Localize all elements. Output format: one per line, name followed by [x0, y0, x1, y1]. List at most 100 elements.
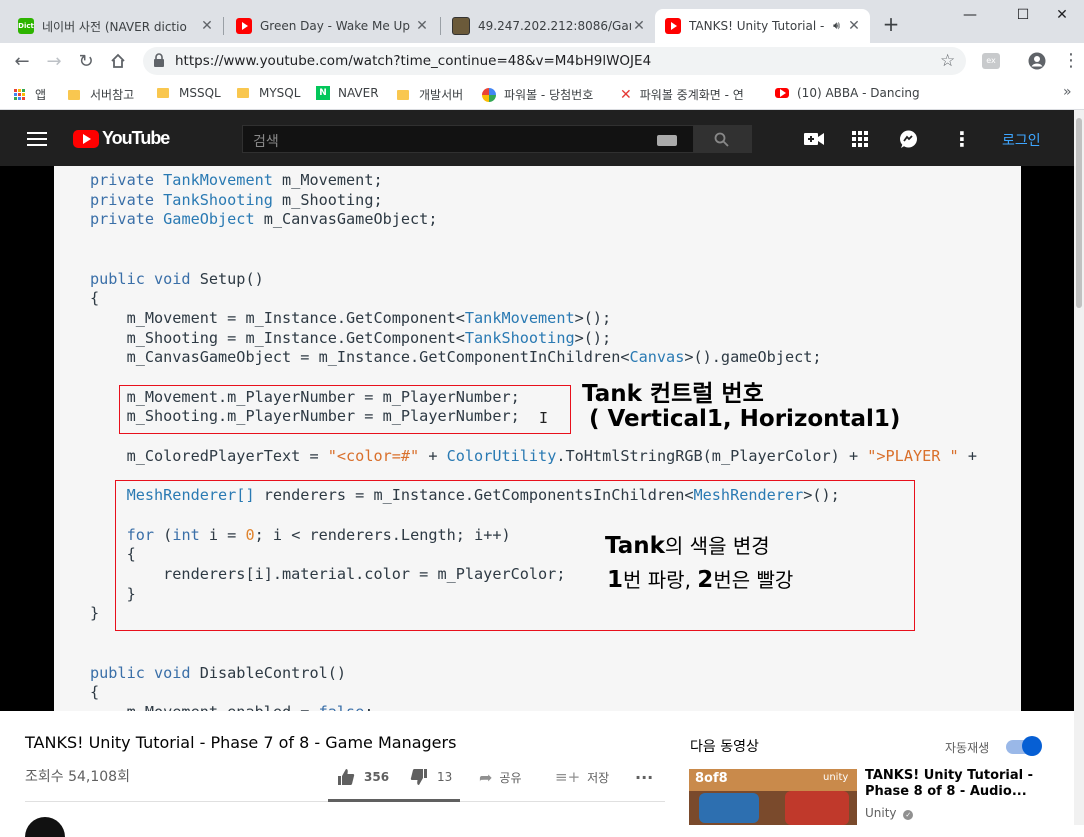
- search-button[interactable]: [694, 125, 752, 153]
- tab-game-page[interactable]: 49.247.202.212:8086/GameP ✕: [442, 9, 655, 43]
- bookmark-powerball-numbers[interactable]: 파워볼 - 당첨번호: [482, 86, 593, 103]
- create-video-icon[interactable]: [804, 131, 824, 150]
- bookmark-label: 파워볼 중계화면 - 연: [639, 88, 744, 102]
- next-video-title[interactable]: TANKS! Unity Tutorial - Phase 8 of 8 - A…: [865, 768, 1040, 800]
- code-token: "<color=#": [327, 446, 420, 465]
- new-tab-button[interactable]: +: [880, 12, 902, 38]
- bookmarks-overflow-button[interactable]: »: [1063, 84, 1072, 100]
- tab-naver-dictionary[interactable]: Dict 네이버 사전 (NAVER dictio ✕: [8, 9, 223, 43]
- like-count: 356: [364, 770, 390, 784]
- window-close-button[interactable]: ✕: [1040, 0, 1084, 30]
- bookmark-label: MYSQL: [259, 86, 301, 100]
- code-token: m_Movement = m_Instance.GetComponent<: [90, 308, 465, 327]
- bookmark-folder-mssql[interactable]: MSSQL: [157, 86, 221, 100]
- code-line: private TankShooting m_Shooting;: [90, 191, 383, 209]
- home-button[interactable]: [106, 49, 130, 73]
- autoplay-toggle[interactable]: [1006, 736, 1042, 756]
- code-token: private: [90, 210, 164, 229]
- next-video-channel[interactable]: Unity ✓: [865, 806, 914, 820]
- annotation-word: 번은 빨강: [713, 568, 794, 592]
- forward-button[interactable]: →: [42, 49, 66, 73]
- code-line: public void Setup(): [90, 270, 264, 288]
- close-icon[interactable]: ✕: [199, 18, 215, 34]
- annotation-box-renderer-color: [115, 480, 915, 631]
- code-token: public void: [90, 663, 200, 682]
- like-button[interactable]: 356: [337, 768, 389, 786]
- code-token: DisableControl(): [199, 663, 347, 682]
- verified-icon: ✓: [903, 810, 914, 820]
- code-token: {: [90, 683, 100, 702]
- code-token: >().gameObject;: [684, 348, 822, 367]
- code-token: m_CanvasGameObject = m_Instance.GetCompo…: [90, 348, 630, 367]
- code-token: >();: [574, 328, 612, 347]
- tab-title: Green Day - Wake Me Up W: [260, 19, 414, 33]
- tab-title: 49.247.202.212:8086/GameP: [478, 19, 631, 33]
- sign-in-button[interactable]: 로그인: [1002, 130, 1041, 150]
- bookmark-label: 개발서버: [419, 88, 464, 102]
- tab-green-day[interactable]: Green Day - Wake Me Up W ✕: [226, 9, 438, 43]
- hamburger-menu-icon[interactable]: [27, 131, 47, 150]
- bookmark-label: MSSQL: [179, 86, 221, 100]
- bookmark-star-icon[interactable]: ☆: [940, 51, 955, 71]
- reload-button[interactable]: ↻: [74, 49, 98, 73]
- page-scrollbar-thumb[interactable]: [1076, 118, 1082, 308]
- close-icon[interactable]: ✕: [631, 18, 647, 34]
- annotation-color-assignment: 1번 파랑, 2번은 빨강: [607, 564, 793, 593]
- code-line: private GameObject m_CanvasGameObject;: [90, 210, 437, 228]
- dislike-count: 13: [437, 770, 453, 784]
- video-title: TANKS! Unity Tutorial - Phase 7 of 8 - G…: [25, 733, 457, 752]
- code-token: .ToHtmlStringRGB(m_PlayerColor) +: [556, 446, 868, 465]
- bookmark-folder-mysql[interactable]: MYSQL: [237, 86, 300, 100]
- share-label: 공유: [499, 771, 522, 785]
- annotation-box-player-number: [119, 385, 571, 434]
- settings-kebab-icon[interactable]: ⋮: [952, 127, 972, 151]
- code-token: false: [319, 703, 365, 711]
- youtube-logo[interactable]: YouTube: [73, 128, 170, 149]
- naver-icon: N: [316, 86, 330, 100]
- save-button[interactable]: ≡+ 저장: [555, 768, 609, 786]
- profile-icon[interactable]: [1028, 52, 1046, 73]
- youtube-play-icon: [73, 129, 99, 148]
- video-frame-code-slide: private TankMovement m_Movement; private …: [54, 166, 1021, 711]
- more-actions-button[interactable]: ···: [635, 768, 653, 787]
- close-icon[interactable]: ✕: [414, 18, 430, 34]
- back-button[interactable]: ←: [10, 49, 34, 73]
- annotation-word: 번 파랑,: [623, 568, 698, 592]
- avatar[interactable]: [25, 817, 65, 837]
- url-text[interactable]: https://www.youtube.com/watch?time_conti…: [175, 53, 651, 69]
- bookmark-abba[interactable]: (10) ABBA - Dancing: [775, 86, 920, 100]
- speaker-icon[interactable]: 🔊︎: [833, 19, 840, 33]
- next-video-thumbnail[interactable]: 8of8 unity: [689, 769, 857, 825]
- code-line: {: [90, 683, 99, 701]
- bookmark-label: (10) ABBA - Dancing: [797, 86, 920, 100]
- apps-grid-icon[interactable]: [852, 131, 868, 150]
- code-token: ;: [364, 703, 373, 711]
- code-token: Canvas: [629, 348, 685, 367]
- youtube-icon: [775, 88, 789, 98]
- extension-icon[interactable]: ex: [982, 53, 1000, 69]
- minimize-button[interactable]: —: [947, 0, 993, 30]
- bookmark-label: NAVER: [338, 86, 379, 100]
- code-token: m_Movement;: [272, 171, 383, 189]
- search-input[interactable]: 검색: [242, 125, 694, 153]
- bookmark-folder-dev-server[interactable]: 개발서버: [397, 86, 463, 103]
- code-token: private: [90, 171, 164, 189]
- messages-icon[interactable]: [899, 130, 918, 152]
- bookmark-folder-server-ref[interactable]: 서버참고: [68, 86, 134, 103]
- code-line: {: [90, 289, 99, 307]
- keyboard-icon[interactable]: [657, 135, 677, 146]
- bookmark-naver[interactable]: N NAVER: [316, 86, 379, 100]
- tab-tanks-tutorial[interactable]: TANKS! Unity Tutorial - 🔊︎ ✕: [655, 9, 870, 43]
- bookmark-apps[interactable]: 앱: [14, 86, 46, 103]
- code-token: ">PLAYER ": [867, 446, 959, 465]
- thumbnail-badge: 8of8: [695, 771, 728, 786]
- sentiment-bar: [328, 799, 460, 802]
- code-line: m_Movement = m_Instance.GetComponent<Tan…: [90, 308, 612, 327]
- bookmark-powerball-relay[interactable]: ✕ 파워볼 중계화면 - 연: [620, 86, 744, 103]
- dislike-button[interactable]: 13: [410, 768, 452, 786]
- search-icon: [714, 132, 729, 147]
- share-button[interactable]: ➦ 공유: [479, 768, 522, 787]
- menu-kebab-icon[interactable]: ⋮: [1062, 50, 1080, 71]
- code-token: +: [958, 446, 977, 465]
- close-icon[interactable]: ✕: [846, 18, 862, 34]
